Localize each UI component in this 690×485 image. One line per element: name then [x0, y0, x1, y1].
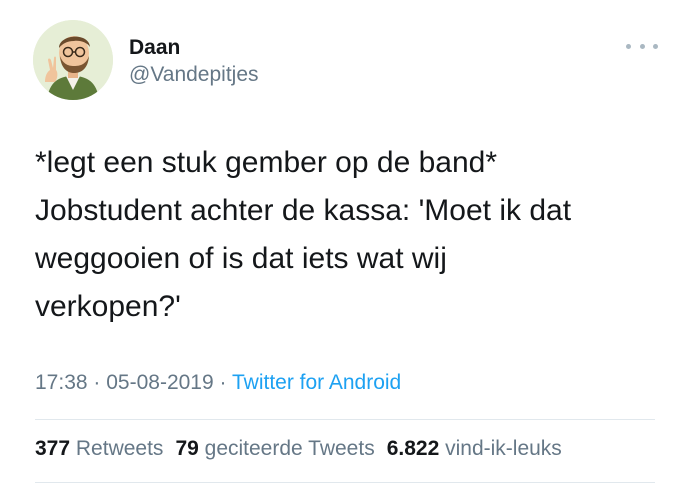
avatar-illustration: [33, 20, 113, 100]
likes-label: vind-ik-leuks: [445, 437, 562, 460]
tweet-text-line: verkopen?': [35, 290, 181, 323]
retweets-stat[interactable]: 377 Retweets: [35, 437, 163, 460]
more-dot: [626, 43, 631, 49]
likes-count: 6.822: [386, 437, 440, 460]
tweet-source-link[interactable]: Twitter for Android: [232, 371, 401, 394]
tweet-stats: 377 Retweets 79 geciteerde Tweets 6.822 vi…: [35, 437, 562, 461]
tweet-text-line: Jobstudent achter de kassa: 'Moet ik dat: [35, 194, 572, 227]
avatar[interactable]: [33, 20, 113, 100]
divider: [35, 419, 655, 420]
display-name[interactable]: Daan: [129, 36, 180, 60]
tweet-text-line: weggooien of is dat iets wat wij: [35, 242, 447, 275]
retweets-count: 377: [35, 437, 71, 460]
quotes-label: geciteerde Tweets: [204, 437, 375, 460]
tweet-metadata: 17:38 · 05-08-2019 · Twitter for Android: [35, 371, 401, 395]
quotes-count: 79: [175, 437, 199, 460]
quotes-stat[interactable]: 79 geciteerde Tweets: [175, 437, 374, 460]
tweet-time[interactable]: 17:38: [35, 371, 88, 394]
more-dot: [639, 43, 645, 49]
tweet-date[interactable]: 05-08-2019: [106, 371, 213, 394]
tweet-text-line: *legt een stuk gember op de band*: [35, 146, 497, 179]
divider: [35, 482, 655, 483]
likes-stat[interactable]: 6.822 vind-ik-leuks: [387, 437, 562, 460]
more-dot: [653, 43, 658, 49]
tweet-text: *legt een stuk gember op de band* Jobstu…: [35, 139, 665, 331]
user-handle[interactable]: @Vandepitjes: [129, 63, 259, 87]
meta-separator: ·: [93, 371, 101, 394]
tweet: Daan @Vandepitjes *legt een stuk gember …: [0, 0, 690, 485]
more-options-icon[interactable]: [626, 36, 658, 56]
retweets-label: Retweets: [75, 437, 164, 460]
meta-separator: ·: [219, 371, 227, 394]
